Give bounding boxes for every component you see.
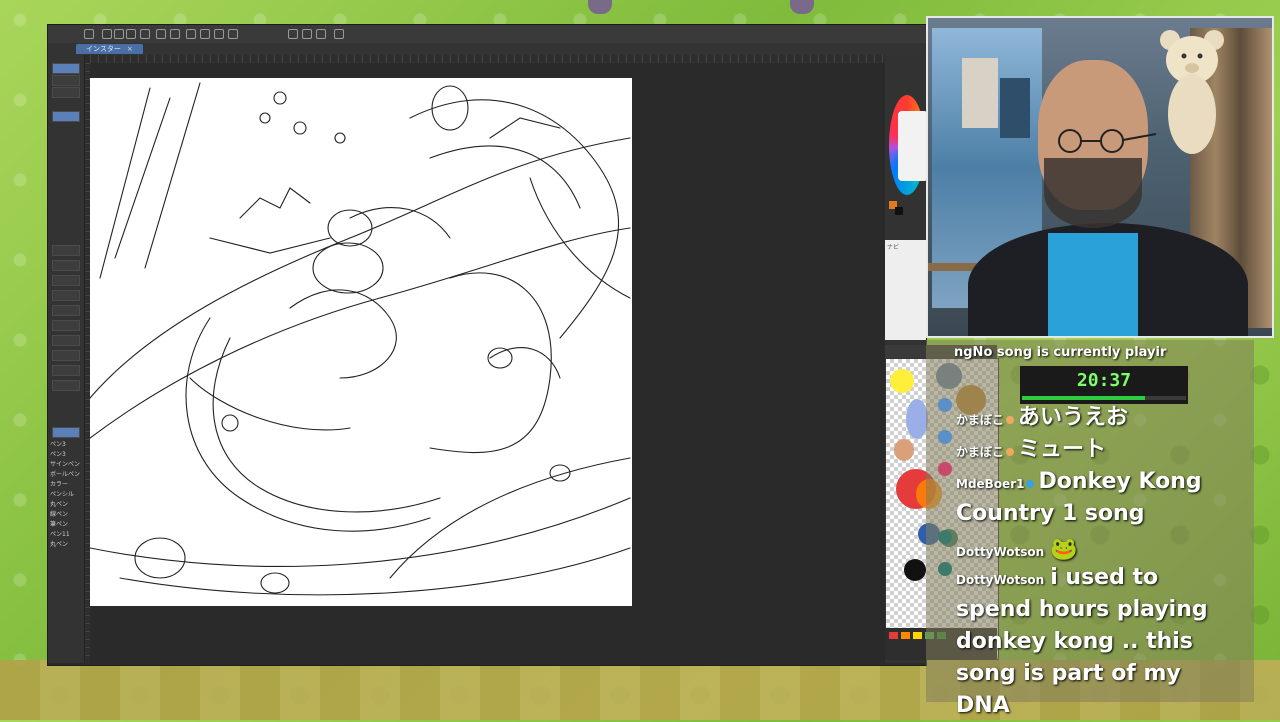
chat-username: かまぼこ xyxy=(956,445,1005,459)
ruler-icon[interactable] xyxy=(288,29,298,39)
paint-dab[interactable] xyxy=(906,399,928,439)
print-icon[interactable] xyxy=(140,29,150,39)
tool-slot[interactable] xyxy=(52,365,80,376)
brush-preset[interactable]: 筆ペン xyxy=(50,521,68,529)
brush-preset[interactable]: カラー xyxy=(50,481,68,489)
poster-portrait xyxy=(962,58,998,128)
navigator-label: ナビ xyxy=(887,244,900,251)
brush-preset[interactable]: 線ペン xyxy=(50,511,68,519)
paint-dab[interactable] xyxy=(894,439,914,461)
paint-dab[interactable] xyxy=(890,369,914,393)
tool-slot[interactable] xyxy=(52,320,80,331)
tool-slot[interactable] xyxy=(52,335,80,346)
chat-username: かまぼこ xyxy=(956,413,1005,427)
brush-preset[interactable]: ペン3 xyxy=(50,441,66,449)
settings-icon[interactable] xyxy=(186,29,196,39)
menu-icon[interactable] xyxy=(84,29,94,39)
user-badge-icon xyxy=(1006,415,1015,424)
timer-text: 20:37 xyxy=(1076,370,1132,391)
tool-slot[interactable] xyxy=(52,75,80,86)
decorative-sprite xyxy=(790,0,814,14)
brush-preset[interactable]: 丸ペン xyxy=(50,501,68,509)
navigator-panel[interactable]: ナビ xyxy=(885,240,926,340)
chat-username: MdeBoer1 xyxy=(956,477,1025,491)
timer-progress-bar xyxy=(1022,396,1186,400)
chat-message: かまぼこ ミュート xyxy=(956,434,1246,466)
brush-preset[interactable]: サインペン xyxy=(50,461,80,469)
save-icon[interactable] xyxy=(126,29,136,39)
chat-text: 🐸 xyxy=(1050,537,1078,562)
transform-icon[interactable] xyxy=(214,29,224,39)
document-tab[interactable]: インスター × xyxy=(76,44,143,54)
tool-slot[interactable] xyxy=(52,260,80,271)
fill-icon[interactable] xyxy=(200,29,210,39)
chat-avatar xyxy=(938,430,952,444)
brush-preset[interactable]: 丸ペン xyxy=(50,541,68,549)
chat-avatar xyxy=(938,530,952,544)
tool-slot[interactable] xyxy=(52,87,80,98)
tool-slot[interactable] xyxy=(52,63,80,74)
horizontal-ruler xyxy=(90,55,885,63)
new-file-icon[interactable] xyxy=(102,29,112,39)
chat-avatar xyxy=(938,562,952,576)
chat-message: DottyWotson i used to spend hours playing… xyxy=(956,562,1236,722)
app-toolbar xyxy=(48,25,926,44)
user-badge-icon xyxy=(1006,447,1015,456)
tool-slot[interactable] xyxy=(52,427,80,438)
open-file-icon[interactable] xyxy=(114,29,124,39)
brush-preset[interactable]: ペン11 xyxy=(50,531,70,539)
chat-text: i used to spend hours playing donkey kon… xyxy=(956,565,1208,718)
chat-avatar xyxy=(938,398,952,412)
color-set-swatch[interactable] xyxy=(901,632,910,639)
chat-text: ミュート xyxy=(1018,437,1107,462)
stream-timer: 20:37 xyxy=(1020,366,1188,404)
sketch-drawing xyxy=(90,82,631,596)
document-tabbar: インスター × xyxy=(48,43,926,55)
tool-slot[interactable] xyxy=(52,305,80,316)
pen-icon[interactable] xyxy=(302,29,312,39)
person-shirt-collar xyxy=(1048,233,1138,336)
chat-username: DottyWotson xyxy=(956,573,1045,587)
undo-icon[interactable] xyxy=(156,29,166,39)
brush-preset[interactable]: ペン3 xyxy=(50,451,66,459)
color-set-swatch[interactable] xyxy=(913,632,922,639)
color-set-swatch[interactable] xyxy=(889,632,898,639)
color-square[interactable] xyxy=(898,111,928,181)
canvas-workspace[interactable] xyxy=(90,63,885,663)
paint-dab[interactable] xyxy=(904,559,926,581)
brush-preset[interactable]: ボールペン xyxy=(50,471,80,479)
sub-color-swatch[interactable] xyxy=(895,207,903,215)
chat-message: MdeBoer1 Donkey Kong Country 1 song xyxy=(956,466,1236,530)
tool-slot[interactable] xyxy=(52,275,80,286)
drawing-canvas[interactable] xyxy=(90,78,632,606)
tool-slot[interactable] xyxy=(52,380,80,391)
grid-icon[interactable] xyxy=(334,29,344,39)
now-playing-ticker: ngNo song is currently playir xyxy=(954,345,1167,360)
brush-icon[interactable] xyxy=(316,29,326,39)
brush-preset[interactable]: ペンシル xyxy=(50,491,74,499)
redo-icon[interactable] xyxy=(170,29,180,39)
glasses-icon xyxy=(1058,129,1157,153)
close-icon[interactable]: × xyxy=(127,45,133,53)
color-wheel[interactable] xyxy=(889,95,928,195)
paint-app-window: インスター × ペン3 ペン3 サインペン ボールペン カラー ペンシル 丸ペン … xyxy=(47,24,928,666)
person-beard xyxy=(1044,158,1142,228)
tool-slot[interactable] xyxy=(52,111,80,122)
select-icon[interactable] xyxy=(228,29,238,39)
chat-text: あいうえお xyxy=(1018,405,1129,430)
tool-slot[interactable] xyxy=(52,245,80,256)
document-tab-label: インスター xyxy=(86,45,121,53)
decorative-sprite xyxy=(588,0,612,14)
chat-message: かまぼこ あいうえお xyxy=(956,402,1246,434)
poster xyxy=(1000,78,1030,138)
tool-slot[interactable] xyxy=(52,290,80,301)
teddy-bear-icon xyxy=(1160,30,1224,154)
tool-slot[interactable] xyxy=(52,350,80,361)
webcam-feed xyxy=(926,16,1274,338)
user-badge-icon xyxy=(1026,479,1035,488)
chat-avatar xyxy=(938,462,952,476)
chat-username: DottyWotson xyxy=(956,545,1045,559)
timer-progress-fill xyxy=(1022,396,1145,400)
tool-palette: ペン3 ペン3 サインペン ボールペン カラー ペンシル 丸ペン 線ペン 筆ペン… xyxy=(48,55,85,663)
